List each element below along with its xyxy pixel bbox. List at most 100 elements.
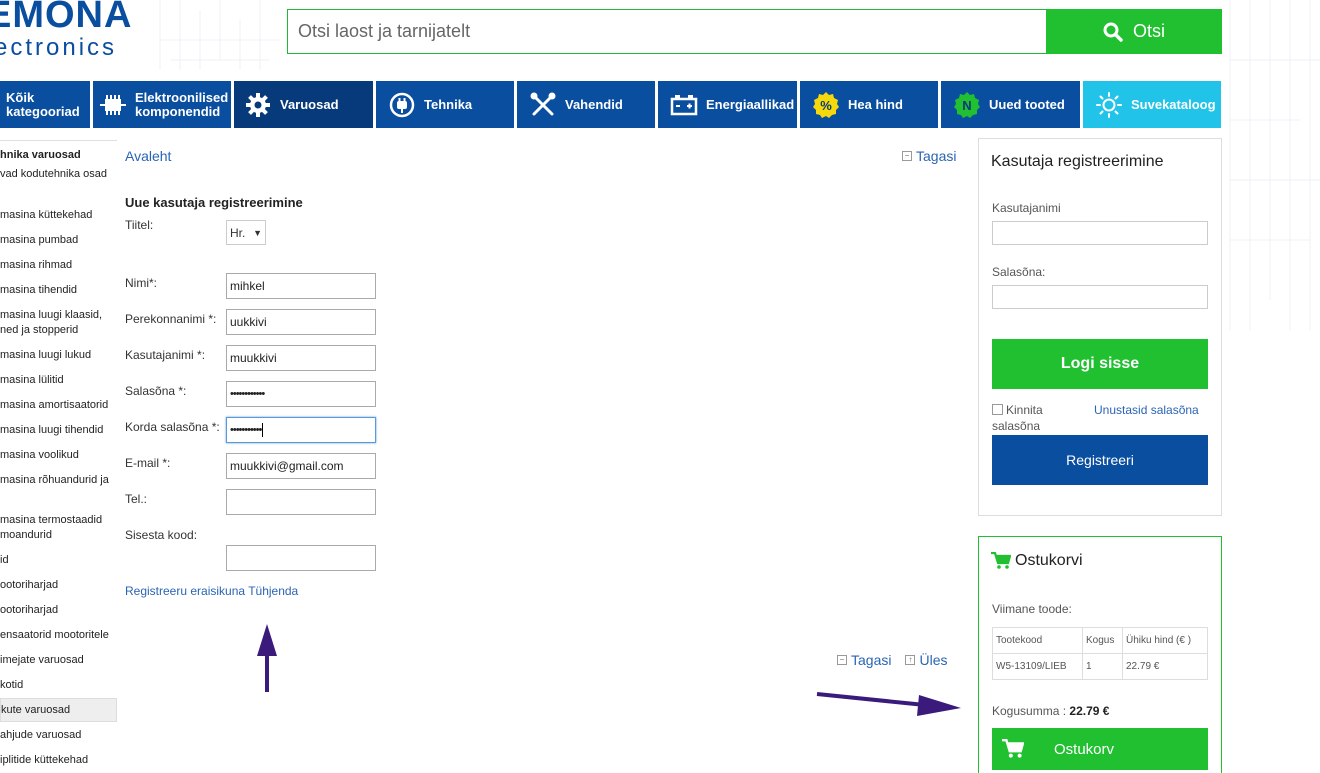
up-link[interactable]: ↑ Üles: [905, 652, 947, 668]
first-name-field[interactable]: mihkel: [226, 273, 376, 299]
minus-box-icon: −: [837, 655, 847, 665]
cart-button[interactable]: Ostukorv: [992, 728, 1208, 770]
form-title: Uue kasutaja registreerimine: [125, 195, 303, 210]
annotation-arrow-right: [816, 692, 961, 716]
form-links: Registreeru eraisikuna Tühjenda: [125, 584, 298, 598]
sidebar-item[interactable]: masina lülitid: [0, 373, 64, 388]
nav-item-spare-parts[interactable]: Varuosad: [234, 81, 373, 128]
nav-item-good-price[interactable]: % Hea hind: [800, 81, 938, 128]
search-input[interactable]: [287, 9, 1046, 54]
nav-item-summer-catalog[interactable]: Suvekataloog: [1083, 81, 1221, 128]
cart-title-label: Ostukorvi: [1015, 552, 1083, 569]
cart-panel: Ostukorvi Viimane toode: Tootekood Kogus…: [978, 536, 1222, 773]
cart-table-header: Tootekood Kogus Ühiku hind (€ ): [992, 627, 1208, 654]
sidebar-item[interactable]: ootoriharjad: [0, 603, 58, 618]
sidebar-item[interactable]: id: [0, 553, 9, 568]
nav-label: Suvekataloog: [1131, 96, 1216, 112]
phone-field[interactable]: [226, 489, 376, 515]
last-name-field[interactable]: uukkivi: [226, 309, 376, 335]
username-field[interactable]: muukkivi: [226, 345, 376, 371]
remember-password[interactable]: Kinnita salasõna: [992, 402, 1082, 434]
nav-item-new-products[interactable]: N Uued tooted: [941, 81, 1080, 128]
table-row[interactable]: W5-13109/LIEB 1 22.79 €: [992, 653, 1208, 680]
nav-item-tools[interactable]: Vahendid: [517, 81, 655, 128]
back-link-bottom[interactable]: − Tagasi: [837, 652, 891, 668]
title-select[interactable]: Hr. ▼: [226, 220, 266, 245]
nav-item-electronic-components[interactable]: Elektroonilised komponendid: [93, 81, 231, 128]
up-link-label: Üles: [919, 652, 948, 668]
title-select-value: Hr.: [230, 225, 246, 240]
sidebar-item[interactable]: kotid: [0, 678, 23, 693]
register-private-link[interactable]: Registreeru eraisikuna: [125, 584, 245, 598]
sidebar-item[interactable]: masina luugi klaasid, ned ja stopperid: [0, 308, 110, 338]
search-button[interactable]: Otsi: [1046, 9, 1222, 54]
annotation-arrow-up: [257, 624, 277, 692]
code-label: Sisesta kood:: [125, 528, 198, 542]
cart-panel-title: Ostukorvi: [991, 552, 1083, 570]
cell-product-code: W5-13109/LIEB: [992, 653, 1083, 680]
sidebar-item[interactable]: masina pumbad: [0, 233, 78, 248]
new-badge-icon: N: [953, 91, 981, 119]
sidebar-item[interactable]: iplitide küttekehad: [0, 753, 88, 768]
nav-label: Varuosad: [280, 96, 339, 112]
sidebar-item-selected[interactable]: kute varuosad: [0, 698, 117, 722]
breadcrumb-home[interactable]: Avaleht: [125, 148, 171, 164]
plug-icon: [388, 91, 416, 119]
login-panel: Kasutaja registreerimine Kasutajanimi Sa…: [978, 138, 1222, 516]
sidebar-item[interactable]: ensaatorid mootoritele: [0, 628, 109, 643]
cart-total-label: Kogusumma :: [992, 704, 1067, 718]
cart-icon: [991, 552, 1011, 569]
nav-item-power-sources[interactable]: Energiaallikad: [658, 81, 797, 128]
sidebar-item[interactable]: masina tihendid: [0, 283, 77, 298]
sidebar-item[interactable]: masina termostaadid moandurid: [0, 513, 110, 543]
cart-button-label: Ostukorv: [1054, 740, 1115, 758]
login-password-input[interactable]: [992, 285, 1208, 309]
sidebar-item[interactable]: imejate varuosad: [0, 653, 84, 668]
email-field[interactable]: muukkivi@gmail.com: [226, 453, 376, 479]
nav-item-appliances[interactable]: Tehnika: [376, 81, 514, 128]
nav-item-all-categories[interactable]: Kõik kategooriad: [0, 81, 90, 128]
sidebar-item[interactable]: ootoriharjad: [0, 578, 58, 593]
sidebar-item[interactable]: masina rihmad: [0, 258, 72, 273]
cart-total: Kogusumma : 22.79 €: [992, 704, 1109, 718]
last-product-label: Viimane toode:: [992, 602, 1072, 616]
dropdown-arrow-icon: ▼: [253, 227, 262, 238]
back-link[interactable]: − Tagasi: [902, 148, 956, 164]
category-nav: Kõik kategooriad Elektroonilised kompone…: [0, 81, 1222, 128]
emona-logo[interactable]: EMONA ectronics: [0, 0, 160, 64]
login-button[interactable]: Logi sisse: [992, 339, 1208, 389]
email-label: E-mail *:: [125, 456, 171, 470]
login-panel-title: Kasutaja registreerimine: [991, 153, 1164, 170]
sidebar-item[interactable]: masina luugi lukud: [0, 348, 91, 363]
forgot-password-link[interactable]: Unustasid salasõna: [1094, 403, 1199, 417]
clear-form-link[interactable]: Tühjenda: [248, 584, 298, 598]
minus-box-icon: −: [902, 151, 912, 161]
password-field[interactable]: ••••••••••••: [226, 381, 376, 407]
login-username-input[interactable]: [992, 221, 1208, 245]
battery-icon: [670, 91, 698, 119]
captcha-code-field[interactable]: [226, 545, 376, 571]
register-button[interactable]: Registreeri: [992, 435, 1208, 485]
sidebar-item[interactable]: masina küttekehad: [0, 208, 92, 223]
col-product-code: Tootekood: [992, 627, 1083, 654]
tools-icon: [529, 91, 557, 119]
username-label: Kasutajanimi *:: [125, 348, 206, 362]
title-label: Tiitel:: [125, 218, 154, 232]
col-unit-price: Ühiku hind (€ ): [1122, 627, 1208, 654]
sidebar-item[interactable]: masina luugi tihendid: [0, 423, 103, 438]
cell-quantity: 1: [1082, 653, 1123, 680]
percent-badge-icon: %: [812, 91, 840, 119]
sidebar-item[interactable]: masina amortisaatorid: [0, 398, 108, 413]
nav-label: Elektroonilised komponendid: [135, 89, 229, 119]
password-repeat-field[interactable]: •••••••••••: [226, 417, 376, 443]
remember-checkbox[interactable]: [992, 404, 1003, 415]
sidebar-item[interactable]: masina rõhuandurid ja: [0, 473, 112, 488]
up-box-icon: ↑: [905, 655, 916, 665]
sidebar-item[interactable]: ahjude varuosad: [0, 728, 81, 743]
search-button-label: Otsi: [1132, 21, 1165, 41]
sidebar-item[interactable]: vad kodutehnika osad: [0, 167, 112, 182]
password-repeat-label: Korda salasõna *:: [125, 420, 220, 434]
sidebar-item[interactable]: masina voolikud: [0, 448, 79, 463]
sidebar-heading[interactable]: hnika varuosad: [0, 148, 81, 163]
nav-label: Energiaallikad: [706, 96, 795, 112]
